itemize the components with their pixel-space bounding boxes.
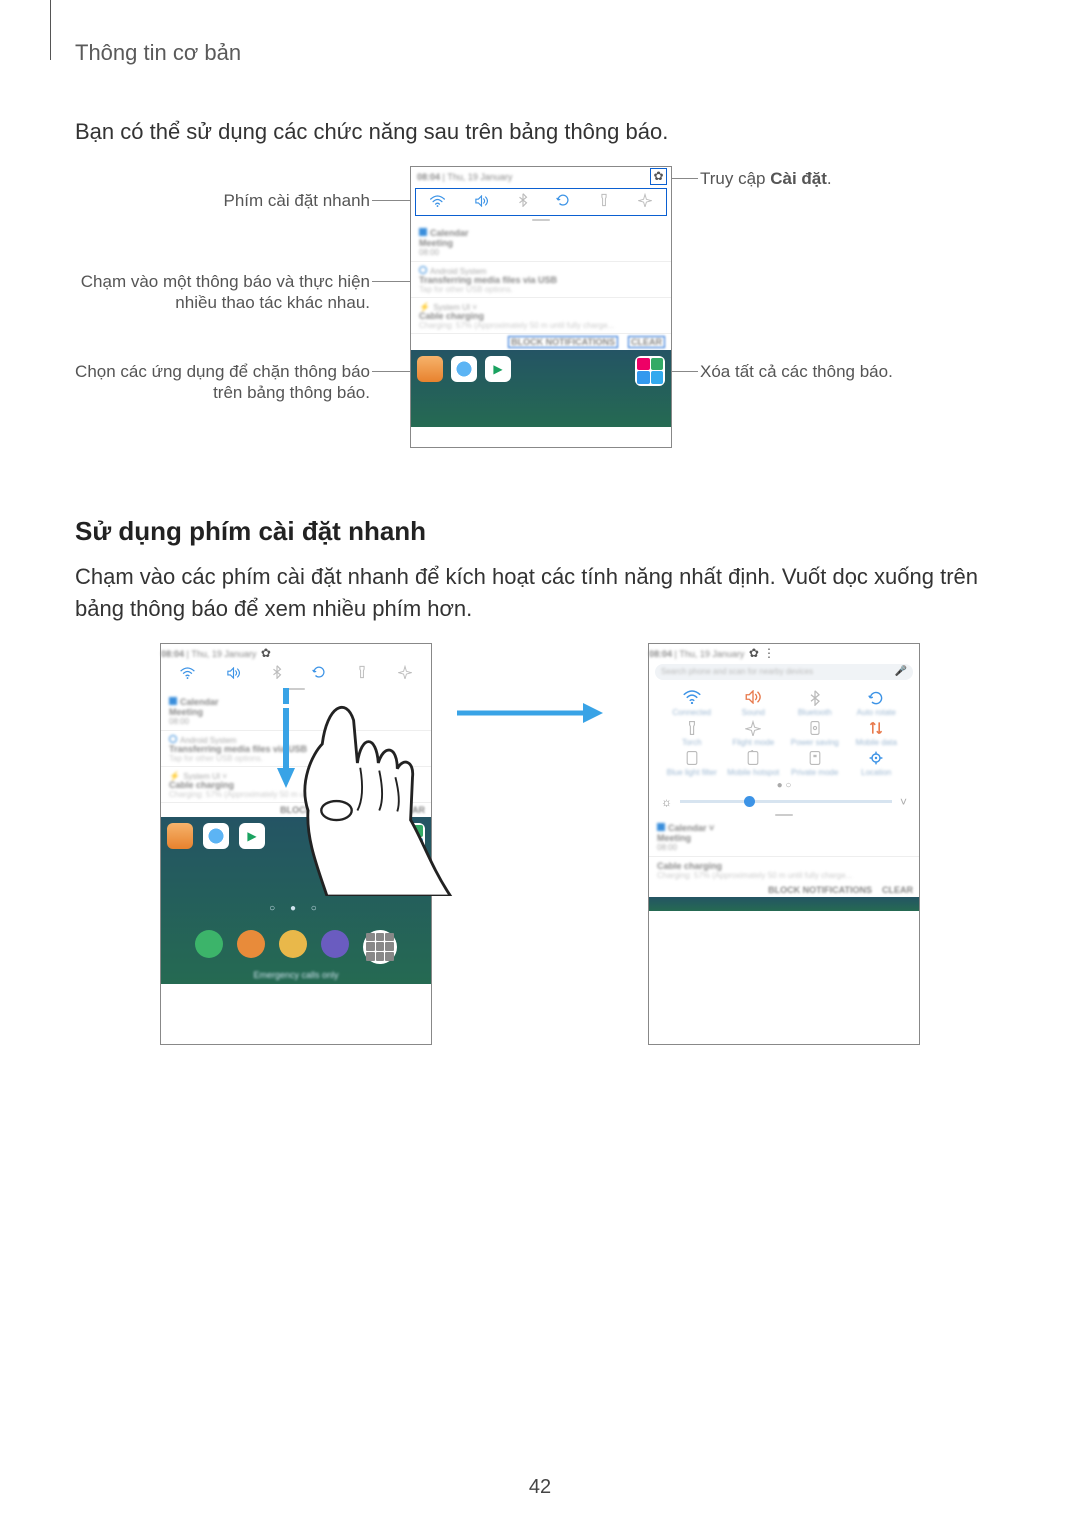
sound-icon[interactable] bbox=[725, 690, 783, 708]
power-saving-icon[interactable] bbox=[786, 720, 844, 738]
private-mode-icon[interactable] bbox=[786, 750, 844, 768]
quick-settings-row[interactable] bbox=[415, 188, 667, 216]
sound-icon[interactable] bbox=[474, 194, 489, 210]
callout-clear-all: Xóa tất cả các thông báo. bbox=[700, 361, 1000, 382]
browser-app-icon[interactable] bbox=[321, 930, 349, 958]
torch-icon[interactable] bbox=[599, 193, 609, 210]
bluetooth-icon[interactable] bbox=[786, 690, 844, 708]
contacts-app-icon[interactable] bbox=[237, 930, 265, 958]
chevron-down-icon[interactable]: ˅ bbox=[900, 795, 907, 809]
system-icon bbox=[419, 266, 427, 274]
clear-button[interactable]: CLEAR bbox=[882, 885, 913, 895]
phone-after: 08:04 | Thu, 19 January ✿⋮ Search phone … bbox=[648, 643, 920, 1045]
drag-handle-icon[interactable] bbox=[532, 219, 550, 221]
callout-settings: Truy cập Cài đặt. bbox=[700, 168, 1000, 189]
airplane-icon[interactable] bbox=[725, 720, 783, 738]
emergency-text: Emergency calls only bbox=[167, 970, 425, 980]
callout-quick-settings: Phím cài đặt nhanh bbox=[60, 190, 370, 211]
folder-icon[interactable] bbox=[635, 356, 665, 386]
hotspot-icon[interactable] bbox=[725, 750, 783, 768]
dock bbox=[167, 930, 425, 964]
drag-handle-icon[interactable] bbox=[775, 814, 793, 816]
gear-icon[interactable]: ✿ bbox=[261, 646, 271, 660]
callout-block-apps: Chọn các ứng dụng để chặn thông báo trên… bbox=[60, 361, 370, 404]
hand-gesture-icon bbox=[270, 668, 460, 898]
page-indicator: ○ ● ○ bbox=[167, 903, 425, 914]
status-bar: 08:04 | Thu, 19 January ✿⋮ bbox=[649, 644, 919, 662]
rotate-icon[interactable] bbox=[556, 193, 570, 210]
play-store-icon[interactable]: ▶ bbox=[485, 356, 511, 382]
location-icon[interactable] bbox=[848, 750, 906, 768]
slider-thumb[interactable] bbox=[744, 796, 755, 807]
clear-button[interactable]: CLEAR bbox=[628, 336, 665, 348]
gear-icon[interactable]: ✿ bbox=[652, 170, 665, 183]
email-app-icon[interactable] bbox=[417, 356, 443, 382]
calendar-icon bbox=[419, 228, 427, 236]
notification-panel-screenshot: 08:04 | Thu, 19 January ✿ bbox=[410, 166, 672, 448]
brightness-icon: ☼ bbox=[661, 795, 672, 809]
notification-charging[interactable]: ⚡System UI ˅ Cable charging Charging: 57… bbox=[411, 298, 671, 334]
torch-icon[interactable] bbox=[663, 720, 721, 738]
page-indicator: ● ○ bbox=[649, 780, 919, 791]
annotated-diagram: Phím cài đặt nhanh Chạm vào một thông bá… bbox=[60, 166, 1020, 466]
gear-icon[interactable]: ✿ bbox=[749, 646, 759, 660]
body-text-2: Chạm vào các phím cài đặt nhanh để kích … bbox=[75, 561, 1020, 625]
wifi-icon[interactable] bbox=[430, 194, 445, 210]
sound-icon[interactable] bbox=[226, 666, 241, 682]
phone-app-icon[interactable] bbox=[195, 930, 223, 958]
subheading: Sử dụng phím cài đặt nhanh bbox=[75, 516, 1020, 547]
status-bar: 08:04 | Thu, 19 January ✿ bbox=[161, 644, 431, 662]
block-notifications-button[interactable]: BLOCK NOTIFICATIONS bbox=[508, 336, 618, 348]
intro-text: Bạn có thể sử dụng các chức năng sau trê… bbox=[75, 116, 1020, 148]
search-bar[interactable]: Search phone and scan for nearby devices… bbox=[655, 664, 913, 680]
wifi-icon[interactable] bbox=[180, 666, 195, 682]
notification-usb[interactable]: Android System Transferring media files … bbox=[411, 262, 671, 298]
margin-rule bbox=[50, 0, 51, 60]
block-notifications-button[interactable]: BLOCK NOTIFICATIONS bbox=[768, 885, 872, 895]
notification-charging[interactable]: Cable charging Charging: 57% (Approximat… bbox=[649, 857, 919, 883]
email-app-icon[interactable] bbox=[167, 823, 193, 849]
blue-light-icon[interactable] bbox=[663, 750, 721, 768]
mobile-data-icon[interactable] bbox=[848, 720, 906, 738]
home-wallpaper: ▶ bbox=[411, 350, 671, 427]
rotate-icon[interactable] bbox=[848, 690, 906, 708]
internet-app-icon[interactable] bbox=[203, 823, 229, 849]
messages-app-icon[interactable] bbox=[279, 930, 307, 958]
play-store-icon[interactable]: ▶ bbox=[239, 823, 265, 849]
mic-icon[interactable]: 🎤 bbox=[895, 666, 907, 677]
bluetooth-icon[interactable] bbox=[518, 193, 528, 210]
airplane-icon[interactable] bbox=[638, 193, 652, 210]
home-wallpaper-strip bbox=[649, 897, 919, 911]
wifi-icon[interactable] bbox=[663, 690, 721, 708]
apps-drawer-icon[interactable] bbox=[363, 930, 397, 964]
internet-app-icon[interactable] bbox=[451, 356, 477, 382]
brightness-slider[interactable]: ☼ ˅ bbox=[649, 793, 919, 811]
notification-calendar[interactable]: Calendar ˅ Meeting 08:00 bbox=[649, 819, 919, 857]
notification-calendar[interactable]: Calendar Meeting 08:00 bbox=[411, 224, 671, 262]
page-number: 42 bbox=[0, 1476, 1080, 1499]
swipe-diagram: 08:04 | Thu, 19 January ✿ Calendar Meeti… bbox=[160, 643, 920, 1053]
more-icon[interactable]: ⋮ bbox=[763, 646, 775, 660]
status-bar: 08:04 | Thu, 19 January ✿ bbox=[411, 167, 671, 187]
transition-arrow-icon bbox=[455, 698, 605, 728]
quick-settings-grid: Connected Sound Bluetooth Auto rotate To… bbox=[649, 682, 919, 778]
slider-track[interactable] bbox=[680, 800, 892, 803]
notification-footer: BLOCK NOTIFICATIONS CLEAR bbox=[411, 334, 671, 350]
section-header: Thông tin cơ bản bbox=[75, 40, 1020, 66]
callout-tap-notification: Chạm vào một thông báo và thực hiện nhiề… bbox=[60, 271, 370, 314]
